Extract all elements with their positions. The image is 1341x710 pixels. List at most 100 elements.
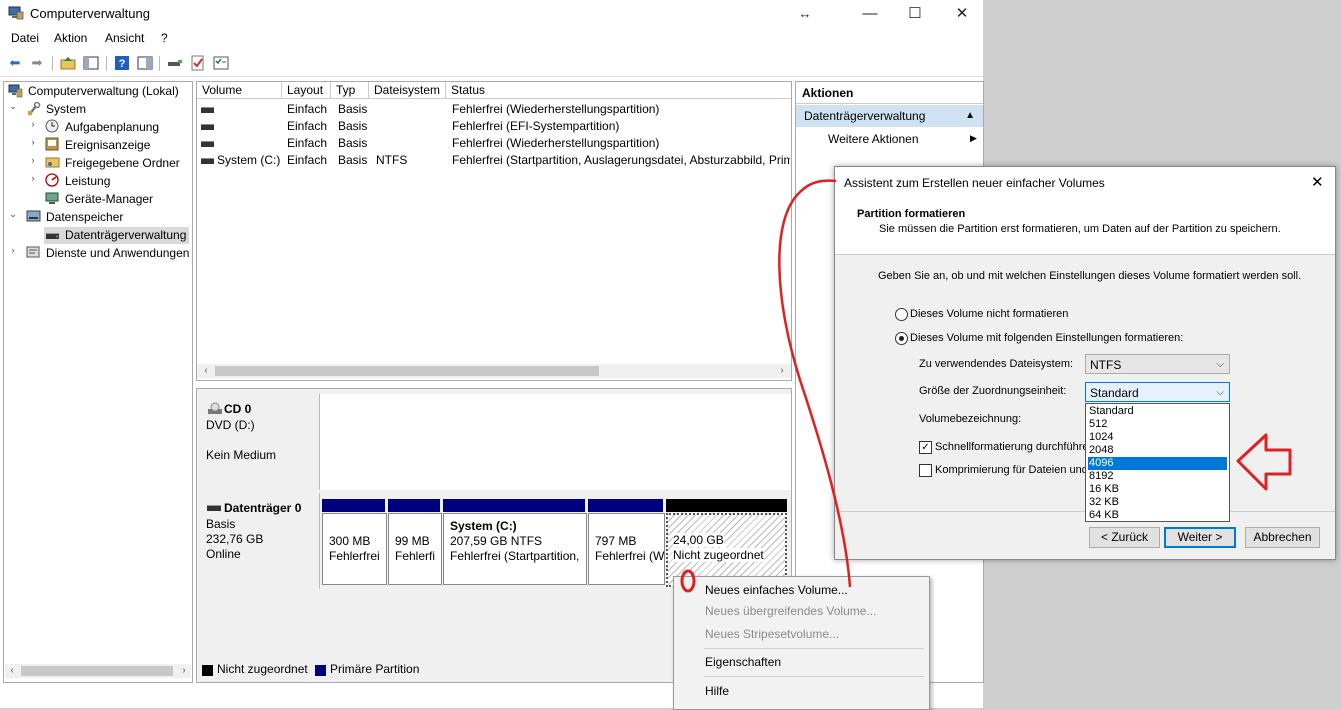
quick-format-checkbox[interactable]: ✓ xyxy=(919,441,932,454)
show-hide-pane-icon[interactable] xyxy=(136,54,154,72)
cd-media-status: Kein Medium xyxy=(206,448,277,462)
compression-label[interactable]: Komprimierung für Dateien und O xyxy=(935,464,1099,476)
chevron-right-icon[interactable]: › xyxy=(28,119,38,129)
cell-status: Fehlerfrei (Startpartition, Auslagerungs… xyxy=(452,153,790,167)
chevron-right-icon[interactable]: › xyxy=(28,155,38,165)
legend-unallocated-label: Nicht zugeordnet xyxy=(217,662,308,676)
collapse-up-icon[interactable]: ▲ xyxy=(965,105,975,127)
dialog-close-button[interactable]: ✕ xyxy=(1311,173,1324,191)
radio-format-label[interactable]: Dieses Volume mit folgenden Einstellunge… xyxy=(910,332,1183,344)
tree-horizontal-scrollbar[interactable]: ‹ › xyxy=(5,664,191,678)
tree-label: Dienste und Anwendungen xyxy=(46,246,190,260)
filesystem-value: NTFS xyxy=(1090,358,1122,372)
column-header-dateisystem[interactable]: Dateisystem xyxy=(369,82,446,99)
partition-bar-primary xyxy=(388,499,440,512)
scroll-right-icon[interactable]: › xyxy=(775,364,789,378)
dropdown-option[interactable]: 32 KB xyxy=(1088,496,1227,509)
partition-system-c[interactable]: System (C:) 207,59 GB NTFS Fehlerfrei (S… xyxy=(443,513,587,585)
submenu-arrow-icon[interactable]: ▶ xyxy=(970,133,977,144)
quick-format-label[interactable]: Schnellformatierung durchführen xyxy=(935,441,1095,453)
cd-drive-area xyxy=(320,394,791,490)
dropdown-option-selected[interactable]: 4096 xyxy=(1088,457,1227,470)
disk0-label[interactable]: Datenträger 0 Basis 232,76 GB Online xyxy=(197,493,320,589)
toolbar-separator xyxy=(159,56,160,71)
volume-disk-icon xyxy=(201,141,214,147)
menu-ansicht[interactable]: Ansicht xyxy=(105,31,144,45)
back-button[interactable]: < Zurück xyxy=(1089,527,1160,548)
disk0-type: Basis xyxy=(206,517,236,531)
dialog-title-bar[interactable]: Assistent zum Erstellen neuer einfacher … xyxy=(835,167,1335,199)
menu-item-neues-uebergreifendes-volume[interactable]: Neues übergreifendes Volume... xyxy=(705,601,876,621)
dropdown-option[interactable]: 1024 xyxy=(1088,431,1227,444)
dropdown-option[interactable]: Standard xyxy=(1088,405,1227,418)
tree-label: Computerverwaltung (Lokal) xyxy=(28,84,179,98)
chevron-down-icon[interactable]: ⌄ xyxy=(8,209,18,220)
partition-efi[interactable]: 99 MB Fehlerfi xyxy=(388,513,442,585)
chevron-right-icon[interactable]: › xyxy=(28,173,38,183)
volume-list: Volume Layout Typ Dateisystem Status Ein… xyxy=(196,81,792,381)
chevron-down-icon: ⌵ xyxy=(1216,387,1224,398)
volume-list-horizontal-scrollbar[interactable]: ‹ › xyxy=(197,364,791,378)
table-row[interactable]: Einfach Basis Fehlerfrei (Wiederherstell… xyxy=(197,135,791,152)
maximize-button[interactable]: ☐ xyxy=(905,4,925,24)
close-button[interactable]: ✕ xyxy=(952,4,972,24)
scroll-left-icon[interactable]: ‹ xyxy=(5,664,19,678)
checklist-icon[interactable] xyxy=(189,54,207,72)
help-icon[interactable]: ? xyxy=(113,54,131,72)
column-header-typ[interactable]: Typ xyxy=(331,82,369,99)
tree-label: Geräte-Manager xyxy=(65,192,154,206)
menu-aktion[interactable]: Aktion xyxy=(54,31,87,45)
column-header-layout[interactable]: Layout xyxy=(282,82,331,99)
next-button[interactable]: Weiter > xyxy=(1164,527,1236,548)
radio-no-format[interactable] xyxy=(895,308,908,321)
cancel-button[interactable]: Abbrechen xyxy=(1245,527,1320,548)
partition-recovery-2[interactable]: 797 MB Fehlerfrei (W xyxy=(588,513,665,585)
volume-disk-icon xyxy=(201,107,214,113)
chevron-right-icon[interactable]: › xyxy=(28,137,38,147)
cell-layout: Einfach xyxy=(287,119,328,133)
action-weitere-aktionen[interactable]: Weitere Aktionen xyxy=(828,132,919,146)
scroll-thumb[interactable] xyxy=(215,366,599,376)
menu-item-neues-einfaches-volume[interactable]: Neues einfaches Volume... xyxy=(705,580,848,600)
compression-checkbox[interactable] xyxy=(919,464,932,477)
chevron-down-icon[interactable]: ⌄ xyxy=(8,101,18,112)
scroll-left-icon[interactable]: ‹ xyxy=(199,364,213,378)
radio-format[interactable] xyxy=(895,332,908,345)
dropdown-option[interactable]: 64 KB xyxy=(1088,509,1227,522)
minimize-button[interactable]: — xyxy=(860,4,880,24)
forward-arrow-icon[interactable]: ➡ xyxy=(28,54,46,72)
dropdown-option[interactable]: 2048 xyxy=(1088,444,1227,457)
table-row[interactable]: Einfach Basis Fehlerfrei (EFI-Systempart… xyxy=(197,118,791,135)
chevron-right-icon[interactable]: › xyxy=(8,245,18,255)
table-row[interactable]: System (C:) Einfach Basis NTFS Fehlerfre… xyxy=(197,152,791,169)
tree-item-datentraegerverwaltung[interactable]: Datenträgerverwaltung xyxy=(44,227,189,244)
actions-section-datentraegerverwaltung[interactable]: Datenträgerverwaltung ▲ xyxy=(796,105,983,127)
title-bar[interactable]: Computerverwaltung ↔ — ☐ ✕ xyxy=(0,0,983,28)
radio-no-format-label[interactable]: Dieses Volume nicht formatieren xyxy=(910,308,1068,320)
menu-item-neues-stripesetvolume[interactable]: Neues Stripesetvolume... xyxy=(705,624,839,644)
scroll-thumb[interactable] xyxy=(21,666,173,676)
toolbar: ⬅ ➡ ? xyxy=(0,50,983,77)
menu-item-hilfe[interactable]: Hilfe xyxy=(705,681,729,701)
console-tree-icon[interactable] xyxy=(82,54,100,72)
dropdown-option[interactable]: 8192 xyxy=(1088,470,1227,483)
column-header-status[interactable]: Status xyxy=(446,82,791,99)
cd-name: CD 0 xyxy=(224,402,252,416)
properties-icon[interactable] xyxy=(212,54,230,72)
cd-drive-label[interactable]: CD 0 DVD (D:) Kein Medium xyxy=(197,394,320,490)
scroll-right-icon[interactable]: › xyxy=(177,664,191,678)
allocation-unit-select[interactable]: Standard ⌵ xyxy=(1085,382,1230,402)
dialog-subheading: Sie müssen die Partition erst formatiere… xyxy=(879,223,1281,235)
filesystem-select[interactable]: NTFS ⌵ xyxy=(1085,354,1230,374)
menu-datei[interactable]: Datei xyxy=(11,31,39,45)
up-folder-icon[interactable] xyxy=(59,54,77,72)
table-row[interactable]: Einfach Basis Fehlerfrei (Wiederherstell… xyxy=(197,101,791,118)
back-arrow-icon[interactable]: ⬅ xyxy=(6,54,24,72)
menu-help[interactable]: ? xyxy=(161,31,168,45)
dropdown-option[interactable]: 512 xyxy=(1088,418,1227,431)
menu-item-eigenschaften[interactable]: Eigenschaften xyxy=(705,652,781,672)
column-header-volume[interactable]: Volume xyxy=(197,82,282,99)
partition-recovery-1[interactable]: 300 MB Fehlerfrei xyxy=(322,513,387,585)
connect-icon[interactable] xyxy=(166,54,184,72)
dropdown-option[interactable]: 16 KB xyxy=(1088,483,1227,496)
